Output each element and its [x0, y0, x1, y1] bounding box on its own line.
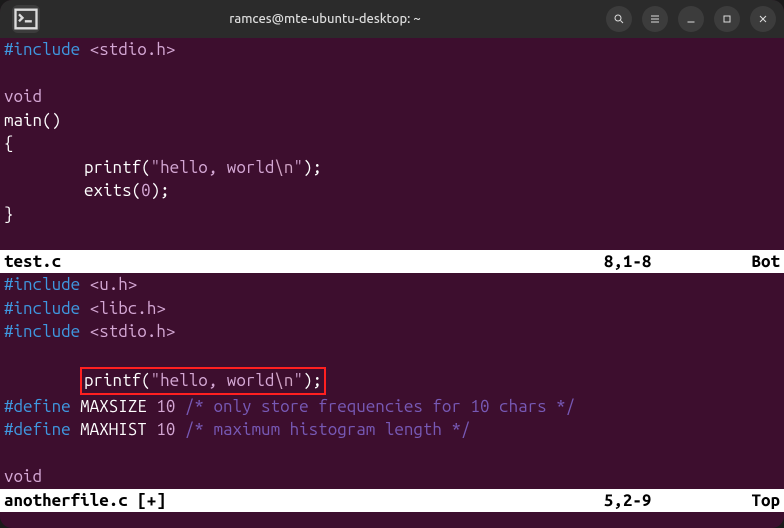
pane-bottom[interactable]: #include <u.h> #include <libc.h> #includ…	[0, 273, 784, 489]
search-icon	[613, 13, 625, 25]
terminal-icon	[12, 5, 40, 33]
minimize-button[interactable]	[678, 6, 704, 32]
statusbar-top: test.c 8,1-8 Bot	[0, 250, 784, 274]
header: <stdio.h>	[90, 40, 176, 59]
scroll-indicator: Bot	[751, 250, 780, 274]
search-button[interactable]	[606, 6, 632, 32]
statusbar-bottom: anotherfile.c [+] 5,2-9 Top	[0, 489, 784, 513]
menu-button[interactable]	[642, 6, 668, 32]
fn-main: main()	[4, 111, 61, 130]
minimize-icon	[685, 13, 697, 25]
brace-open: {	[4, 134, 14, 153]
command-line[interactable]	[0, 512, 784, 520]
close-button[interactable]	[750, 6, 776, 32]
maximize-button[interactable]	[714, 6, 740, 32]
keyword-void: void	[4, 87, 42, 106]
vim-editor[interactable]: #include <stdio.h> void main() { printf(…	[0, 38, 784, 528]
call-printf: printf(	[84, 158, 151, 177]
maximize-icon	[721, 13, 733, 25]
filename: test.c	[4, 250, 61, 274]
brace-close: }	[4, 205, 14, 224]
highlighted-yank: printf("hello, world\n");	[80, 367, 326, 395]
pane-top[interactable]: #include <stdio.h> void main() { printf(…	[0, 38, 784, 250]
call-exits: exits(	[84, 181, 141, 200]
terminal-window: ramces@mte-ubuntu-desktop: ~ #include <s…	[0, 0, 784, 528]
cursor-position: 8,1-8	[604, 250, 652, 274]
new-tab-button[interactable]	[12, 5, 40, 33]
keyword-void: void	[4, 467, 42, 486]
filename: anotherfile.c [+]	[4, 489, 166, 513]
titlebar: ramces@mte-ubuntu-desktop: ~	[0, 0, 784, 38]
window-title: ramces@mte-ubuntu-desktop: ~	[44, 12, 606, 26]
scroll-indicator: Top	[751, 489, 780, 513]
preproc: #include	[4, 40, 80, 59]
cursor-position: 5,2-9	[604, 489, 652, 513]
hamburger-icon	[649, 13, 661, 25]
close-icon	[757, 13, 769, 25]
